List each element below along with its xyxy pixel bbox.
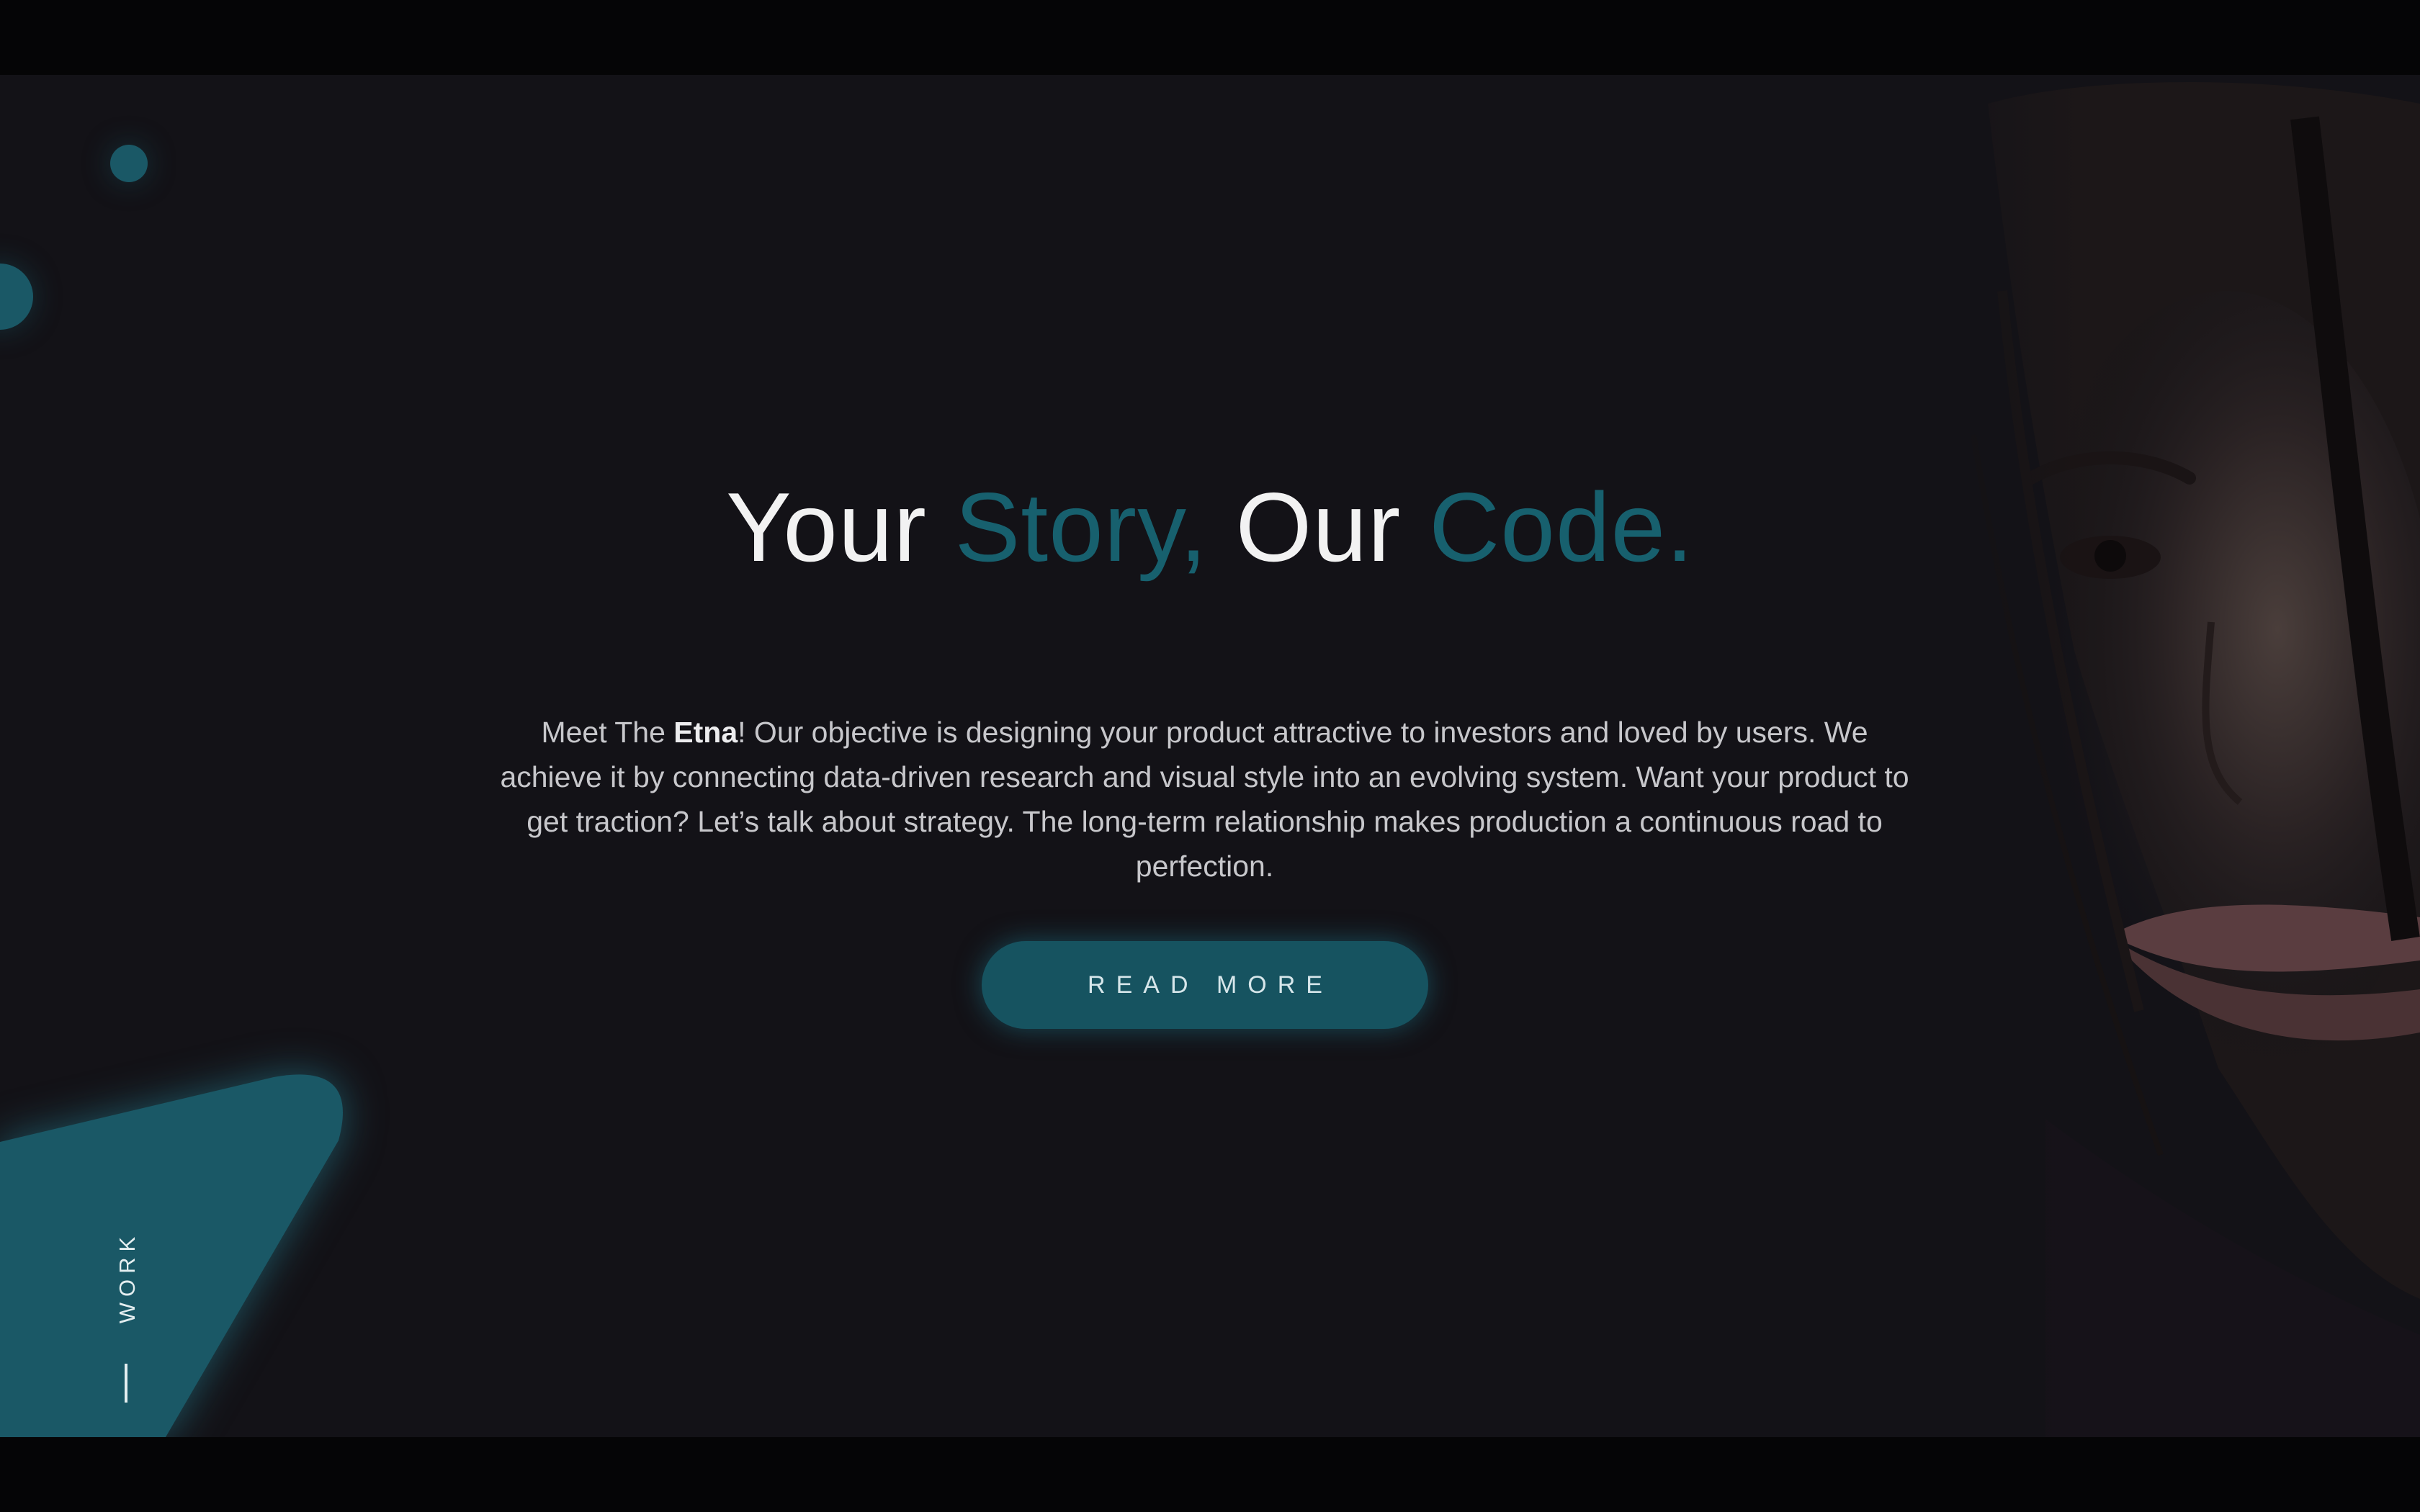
headline-part-2: Our [1207, 472, 1430, 582]
headline-accent-story: Story, [954, 472, 1208, 582]
read-more-label: READ MORE [1088, 971, 1333, 999]
description-intro: Meet The [541, 716, 674, 749]
hero-headline: Your Story, Our Code. [0, 471, 2420, 583]
headline-part-1: Your [726, 472, 955, 582]
side-nav-work-label-wrap: WORK [109, 1220, 145, 1335]
read-more-button[interactable]: READ MORE [982, 941, 1428, 1029]
description-brand: Etna [673, 716, 738, 749]
letterbox-bottom [0, 1437, 2420, 1512]
hero-section: Your Story, Our Code. Meet The Etna! Our… [0, 75, 2420, 1437]
hero-portrait-image [1901, 75, 2420, 1437]
decorative-triangle-shape [0, 996, 375, 1437]
headline-accent-code: Code. [1429, 472, 1694, 582]
decorative-dot-large [0, 264, 33, 330]
decorative-dot-small [110, 145, 148, 182]
side-nav-indicator-line [125, 1364, 127, 1403]
hero-description: Meet The Etna! Our objective is designin… [497, 710, 1912, 888]
side-nav-work-label: WORK [115, 1230, 140, 1324]
letterbox-top [0, 0, 2420, 75]
side-nav-work[interactable]: WORK [109, 1220, 145, 1407]
